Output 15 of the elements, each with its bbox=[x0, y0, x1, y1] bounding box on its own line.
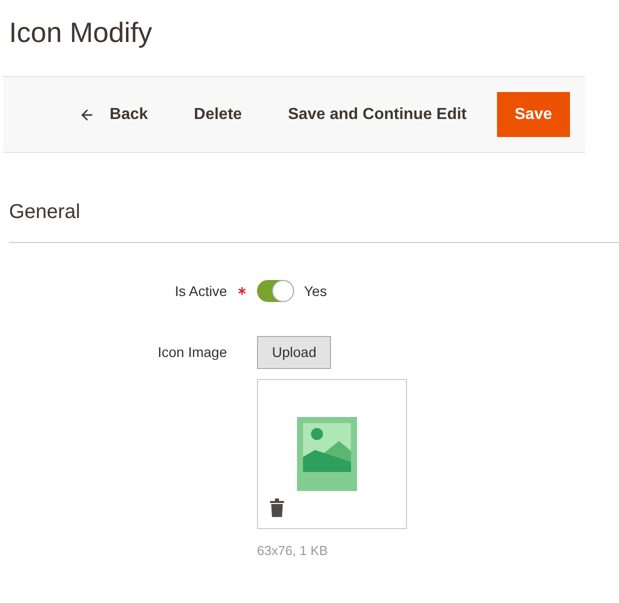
picture-icon bbox=[297, 417, 357, 491]
trash-icon[interactable] bbox=[270, 498, 284, 517]
toolbar-button[interactable]: Delete bbox=[178, 92, 258, 137]
upload-button[interactable]: Upload bbox=[257, 336, 332, 369]
file-info: 63x76, 1 KB bbox=[257, 542, 328, 560]
save-button[interactable]: Save bbox=[496, 92, 570, 137]
section-title: General bbox=[9, 200, 82, 225]
page-title: Icon Modify bbox=[9, 16, 154, 50]
back-button[interactable]: Back bbox=[62, 92, 164, 137]
field-label: Icon Image bbox=[158, 343, 227, 362]
toggle-value: Yes bbox=[304, 282, 327, 300]
field-label: Is Active bbox=[174, 282, 227, 300]
toolbar-button[interactable]: Save and Continue Edit bbox=[272, 92, 483, 137]
toggle-switch[interactable] bbox=[257, 280, 294, 302]
arrow-left-icon bbox=[78, 106, 95, 122]
